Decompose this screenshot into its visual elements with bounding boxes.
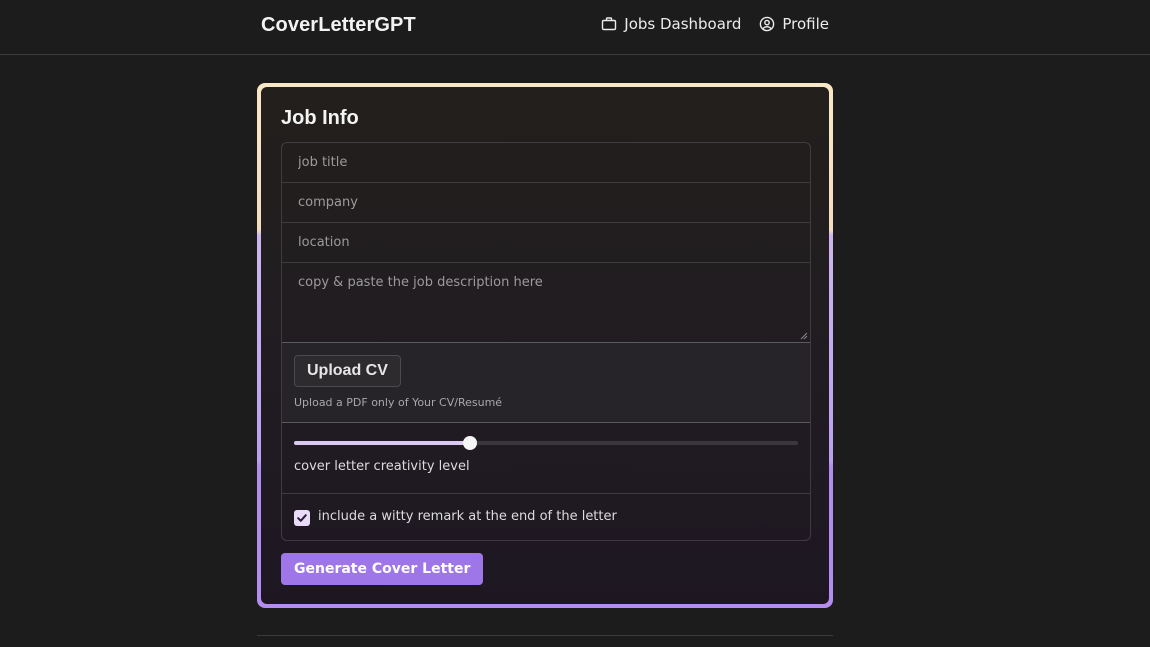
card-title: Job Info xyxy=(281,107,359,129)
generate-cover-letter-button[interactable]: Generate Cover Letter xyxy=(281,553,484,585)
company-field-wrap xyxy=(282,183,810,223)
witty-remark-checkbox[interactable] xyxy=(294,510,310,526)
upload-hint-text: Upload a PDF only of Your CV/Resumé xyxy=(294,396,503,409)
upload-cv-button[interactable]: Upload CV xyxy=(294,355,401,387)
job-title-input[interactable] xyxy=(298,143,810,182)
job-info-card-body: Job Info Upload CV Upload a PDF only o xyxy=(261,87,829,604)
nav-item-profile[interactable]: Profile xyxy=(759,15,829,33)
witty-remark-section: include a witty remark at the end of the… xyxy=(282,494,810,540)
job-info-form: Upload CV Upload a PDF only of Your CV/R… xyxy=(281,142,811,541)
location-input[interactable] xyxy=(298,223,810,262)
briefcase-icon xyxy=(601,16,617,32)
creativity-slider-fill xyxy=(294,441,471,445)
upload-cv-section: Upload CV Upload a PDF only of Your CV/R… xyxy=(282,343,810,423)
creativity-slider-section: cover letter creativity level xyxy=(282,423,810,494)
job-title-field-wrap xyxy=(282,143,810,183)
bottom-divider xyxy=(257,635,833,636)
user-circle-icon xyxy=(759,16,775,32)
job-info-card: Job Info Upload CV Upload a PDF only o xyxy=(257,83,833,608)
resize-grip-icon[interactable] xyxy=(800,332,808,340)
brand-logo-text[interactable]: CoverLetterGPT xyxy=(261,14,416,37)
job-description-field-wrap xyxy=(282,263,810,343)
nav-item-label: Jobs Dashboard xyxy=(624,15,742,33)
nav-item-jobs-dashboard[interactable]: Jobs Dashboard xyxy=(601,15,741,33)
creativity-slider-label: cover letter creativity level xyxy=(294,459,470,474)
checkmark-icon xyxy=(297,514,307,522)
nav-item-label: Profile xyxy=(782,15,829,33)
top-navbar: CoverLetterGPT Jobs Dashboard Profile xyxy=(0,0,1150,55)
job-description-textarea[interactable] xyxy=(298,275,794,330)
nav-links: Jobs Dashboard Profile xyxy=(601,15,829,33)
location-field-wrap xyxy=(282,223,810,263)
creativity-slider-thumb[interactable] xyxy=(463,436,478,450)
creativity-slider-track[interactable] xyxy=(294,436,798,450)
company-input[interactable] xyxy=(298,183,810,222)
witty-remark-label[interactable]: include a witty remark at the end of the… xyxy=(318,509,617,524)
